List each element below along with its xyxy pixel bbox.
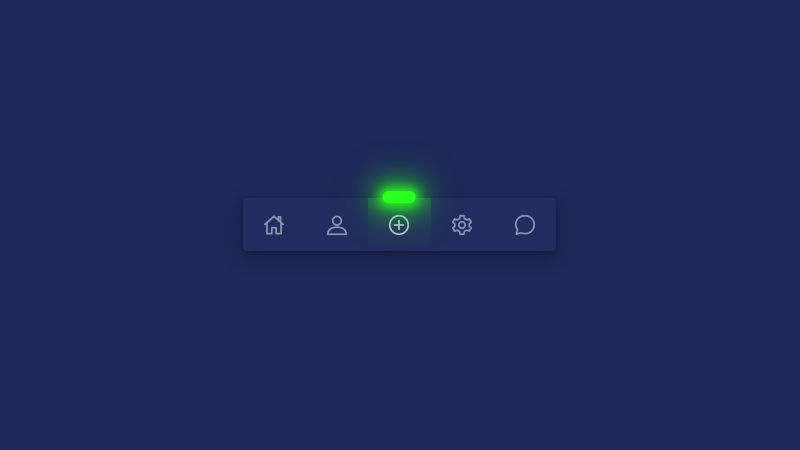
nav-item-profile[interactable]: [306, 198, 369, 251]
nav-item-messages[interactable]: [493, 198, 556, 251]
active-indicator: [382, 191, 416, 203]
chat-bubble-icon: [512, 212, 538, 238]
plus-circle-icon: [386, 212, 412, 238]
home-icon: [261, 212, 287, 238]
nav-item-settings[interactable]: [431, 198, 494, 251]
bottom-navigation-bar: [243, 191, 556, 251]
gear-icon: [449, 212, 475, 238]
nav-item-add[interactable]: [368, 191, 431, 251]
user-icon: [324, 212, 350, 238]
nav-item-home[interactable]: [243, 198, 306, 251]
app-canvas: [0, 0, 800, 450]
